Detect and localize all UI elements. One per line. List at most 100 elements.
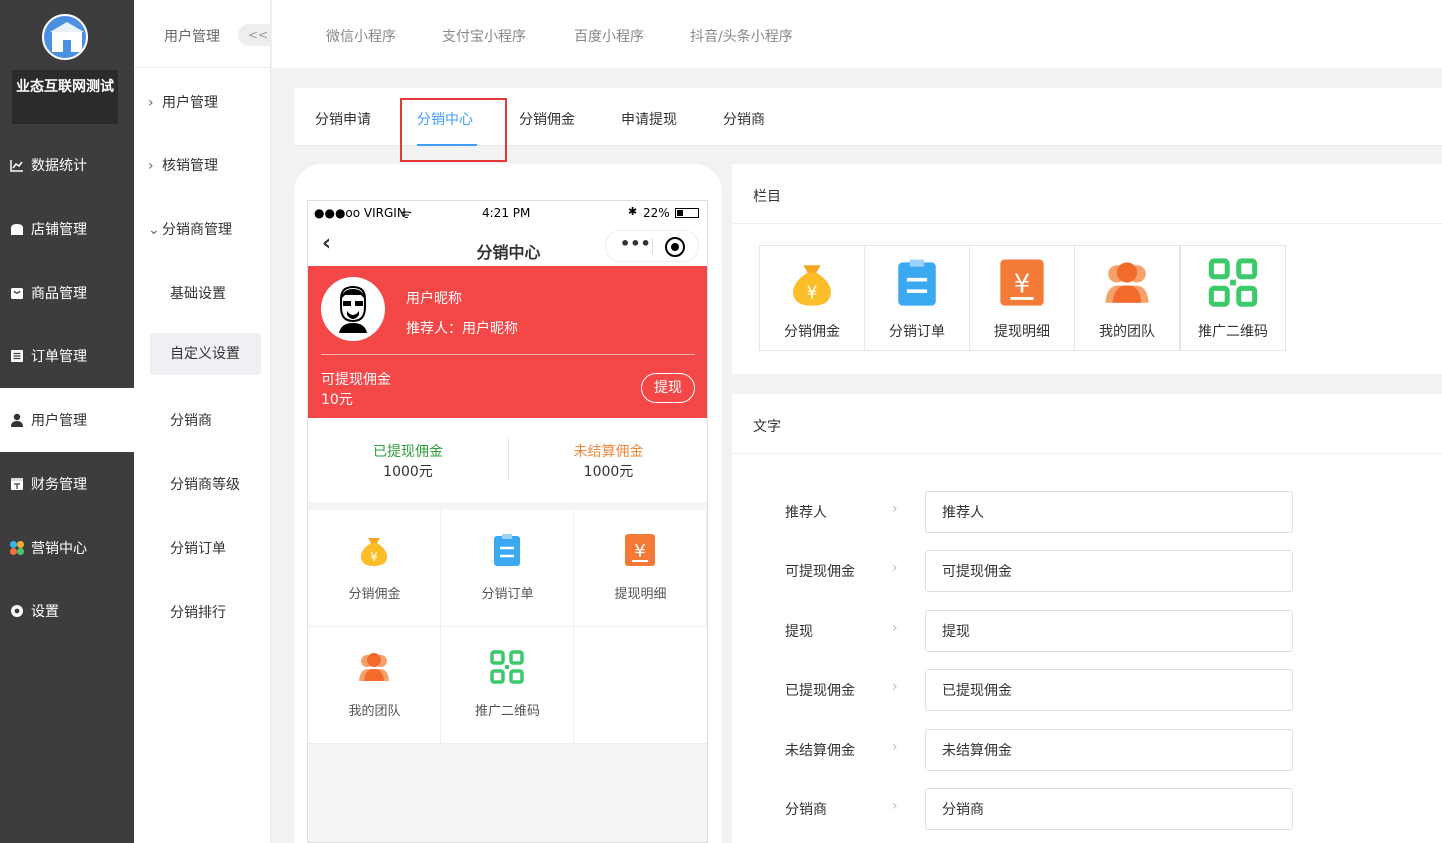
- tab-baidu-miniprogram[interactable]: 百度小程序: [574, 26, 644, 46]
- chevron-right-icon: ›: [892, 679, 898, 695]
- finance-icon: [9, 476, 25, 492]
- subnav-item-basic-settings[interactable]: 基础设置: [170, 283, 226, 303]
- text-panel-title: 文字: [753, 419, 781, 435]
- form-row-withdrawn: 已提现佣金 ›: [732, 669, 1442, 711]
- subnav-header: 用户管理 <<: [134, 0, 278, 68]
- tab-apply-withdraw[interactable]: 申请提现: [621, 109, 677, 129]
- column-item-label: 分销佣金: [784, 324, 840, 340]
- chevron-right-icon: ›: [892, 620, 898, 636]
- chevron-right-icon: ›: [148, 95, 154, 111]
- qrcode-icon: [1208, 258, 1258, 307]
- sub-navigation: 用户管理 << › 用户管理 › 核销管理 ⌄ 分销商管理 基础设置 自定义设置 分销…: [134, 0, 278, 843]
- marketing-icon: [9, 540, 25, 556]
- column-item-label: 我的团队: [1099, 324, 1155, 340]
- columns-panel: 栏目 ¥ 分销佣金 分销订单 ¥ 提现明细 我的团队 推广二维码: [732, 164, 1442, 374]
- sidebar-item-finance[interactable]: 财务管理: [0, 452, 134, 516]
- subnav-title: 用户管理: [164, 29, 220, 45]
- highlight-box: [400, 98, 507, 162]
- grid-item-commission[interactable]: ¥ 分销佣金: [308, 510, 441, 627]
- subnav-group-label: 核销管理: [162, 158, 218, 174]
- form-row-unsettled: 未结算佣金 ›: [732, 729, 1442, 771]
- withdrawn-text-input[interactable]: [925, 669, 1293, 711]
- sidebar-item-label: 商品管理: [31, 286, 87, 302]
- withdrawable-text-input[interactable]: [925, 550, 1293, 592]
- columns-panel-title: 栏目: [753, 189, 781, 205]
- subnav-group-verify[interactable]: › 核销管理: [148, 155, 218, 175]
- field-label: 未结算佣金: [785, 743, 855, 759]
- sidebar-item-label: 数据统计: [31, 158, 87, 174]
- carrier-text: ●●●oo VIRGIN: [314, 206, 406, 220]
- platform-tabs-bar: 微信小程序 支付宝小程序 百度小程序 抖音/头条小程序: [272, 0, 1442, 68]
- subnav-group-users[interactable]: › 用户管理: [148, 92, 218, 112]
- qrcode-icon: [490, 650, 524, 684]
- withdraw-text-input[interactable]: [925, 610, 1293, 652]
- grid-item-team[interactable]: 我的团队: [308, 627, 441, 744]
- tab-distribution-apply[interactable]: 分销申请: [315, 109, 371, 129]
- grid-item-withdraw-detail[interactable]: ¥ 提现明细: [574, 510, 707, 627]
- referrer-text-input[interactable]: [925, 491, 1293, 533]
- withdrawn-label: 已提现佣金: [373, 444, 443, 460]
- svg-text:¥: ¥: [634, 541, 645, 562]
- grid-item-empty: [574, 627, 707, 744]
- column-item-qrcode[interactable]: 推广二维码: [1180, 245, 1286, 351]
- sidebar-item-marketing[interactable]: 营销中心: [0, 516, 134, 580]
- unsettled-text-input[interactable]: [925, 729, 1293, 771]
- more-dots-icon[interactable]: •••: [620, 234, 651, 253]
- withdraw-detail-icon: ¥: [625, 534, 655, 566]
- column-item-label: 提现明细: [994, 324, 1050, 340]
- tab-distributors[interactable]: 分销商: [723, 109, 765, 129]
- battery-icon: [675, 208, 699, 218]
- clipboard-icon: [494, 534, 520, 566]
- tab-distribution-commission[interactable]: 分销佣金: [519, 109, 575, 129]
- team-icon: [1105, 262, 1149, 303]
- store-logo-icon: [42, 14, 88, 60]
- bluetooth-icon: ✱: [628, 205, 638, 218]
- subnav-item-distributor-levels[interactable]: 分销商等级: [170, 474, 240, 494]
- subnav-item-distribution-orders[interactable]: 分销订单: [170, 538, 226, 558]
- sidebar-item-users[interactable]: 用户管理: [0, 388, 134, 452]
- avatar-man-icon: [339, 285, 367, 333]
- grid-item-label: 分销订单: [481, 587, 534, 602]
- capsule-divider: [652, 238, 653, 254]
- card-divider: [321, 354, 695, 355]
- subnav-item-custom-settings[interactable]: 自定义设置: [150, 333, 261, 375]
- unsettled-value: 1000元: [583, 464, 634, 480]
- withdraw-detail-icon: ¥: [1000, 259, 1044, 306]
- subnav-group-label: 分销商管理: [162, 222, 232, 238]
- subnav-item-distribution-ranking[interactable]: 分销排行: [170, 602, 226, 622]
- tab-wechat-miniprogram[interactable]: 微信小程序: [326, 26, 396, 46]
- grid-item-orders[interactable]: 分销订单: [441, 510, 574, 627]
- referrer-text: 推荐人：用户昵称: [406, 321, 518, 337]
- sidebar-item-goods[interactable]: 商品管理: [0, 261, 134, 325]
- subnav-item-distributors[interactable]: 分销商: [170, 410, 212, 430]
- sidebar-item-shop[interactable]: 店铺管理: [0, 197, 134, 261]
- column-item-team[interactable]: 我的团队: [1074, 245, 1180, 351]
- chevron-right-icon: ›: [892, 501, 898, 517]
- sidebar-item-label: 财务管理: [31, 477, 87, 493]
- column-item-withdraw-detail[interactable]: ¥ 提现明细: [969, 245, 1075, 351]
- svg-text:¥: ¥: [806, 283, 817, 303]
- withdraw-button[interactable]: 提现: [641, 373, 695, 403]
- user-commission-card: 用户昵称 推荐人：用户昵称 可提现佣金 10元 提现: [308, 266, 707, 418]
- sidebar-item-label: 用户管理: [31, 413, 87, 429]
- field-label: 提现: [785, 624, 813, 640]
- phone-function-grid: ¥ 分销佣金 分销订单 ¥ 提现明细 我的团队 推广二维码: [308, 510, 707, 744]
- sidebar-item-stats[interactable]: 数据统计: [0, 133, 134, 197]
- sidebar-item-orders[interactable]: 订单管理: [0, 324, 134, 388]
- subnav-group-distributor[interactable]: ⌄ 分销商管理: [148, 219, 232, 239]
- field-label: 推荐人: [785, 505, 827, 521]
- tab-douyin-miniprogram[interactable]: 抖音/头条小程序: [690, 26, 793, 46]
- phone-screen: ●●●oo VIRGIN ᯤ 4:21 PM ✱ 22% ‹ 分销中心 ••• …: [307, 200, 708, 843]
- column-item-commission[interactable]: ¥ 分销佣金: [759, 245, 865, 351]
- distributor-text-input[interactable]: [925, 788, 1293, 830]
- column-item-orders[interactable]: 分销订单: [864, 245, 970, 351]
- grid-item-qrcode[interactable]: 推广二维码: [441, 627, 574, 744]
- sidebar-item-settings[interactable]: 设置: [0, 579, 134, 643]
- field-label: 可提现佣金: [785, 564, 855, 580]
- user-icon: [9, 412, 25, 428]
- close-target-icon[interactable]: [665, 237, 685, 257]
- tab-alipay-miniprogram[interactable]: 支付宝小程序: [442, 26, 526, 46]
- settings-icon: [9, 603, 25, 619]
- panel-divider: [732, 453, 1442, 454]
- column-item-label: 分销订单: [889, 324, 945, 340]
